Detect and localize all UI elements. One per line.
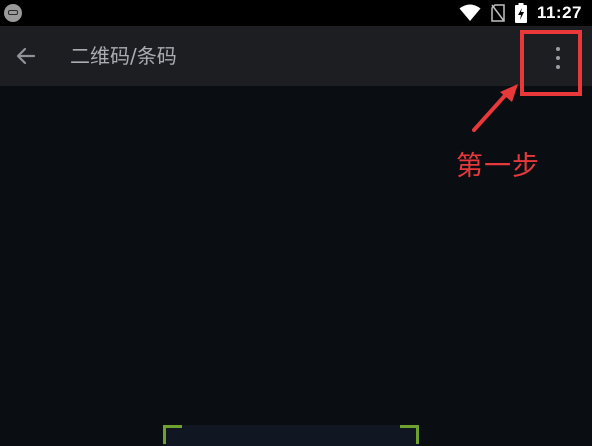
overflow-menu-button[interactable] — [536, 38, 580, 78]
scanner-corner-top-left — [163, 425, 182, 444]
phone-screen: 11:27 二维码/条码 第一步 — [0, 0, 592, 446]
battery-charging-icon — [514, 3, 527, 23]
status-time: 11:27 — [536, 3, 582, 22]
app-notification-icon — [4, 4, 22, 22]
back-button[interactable] — [6, 36, 46, 76]
annotation-label: 第一步 — [456, 151, 540, 182]
back-arrow-icon — [16, 47, 36, 65]
wifi-icon — [459, 4, 481, 22]
status-bar: 11:27 — [0, 0, 592, 26]
no-sim-icon — [491, 4, 505, 22]
status-icons: 11:27 — [459, 0, 582, 26]
annotation-arrow — [472, 84, 518, 132]
page-title: 二维码/条码 — [70, 44, 177, 68]
app-bar: 二维码/条码 — [0, 26, 592, 86]
scanner-frame — [163, 425, 419, 446]
more-vert-icon — [556, 47, 560, 69]
scanner-corner-top-right — [400, 425, 419, 444]
